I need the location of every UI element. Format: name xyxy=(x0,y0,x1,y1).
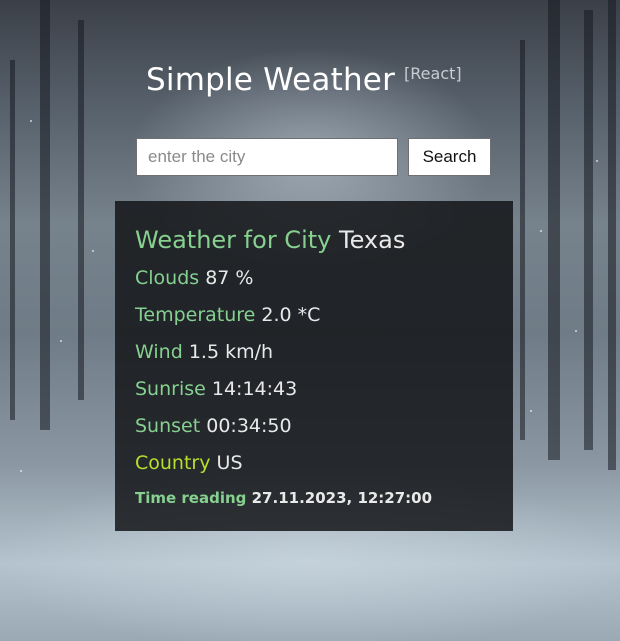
sunset-row: Sunset 00:34:50 xyxy=(135,408,493,445)
tree-trunk xyxy=(584,10,593,450)
city-name: Texas xyxy=(339,226,406,254)
weather-header: Weather for City Texas xyxy=(135,223,493,257)
temperature-row: Temperature 2.0 *C xyxy=(135,297,493,334)
app-title: Simple Weather xyxy=(146,62,396,98)
time-reading-row: Time reading 27.11.2023, 12:27:00 xyxy=(135,483,493,513)
city-search-input[interactable] xyxy=(136,138,398,176)
sunset-label: Sunset xyxy=(135,415,201,437)
clouds-row: Clouds 87 % xyxy=(135,260,493,297)
country-row: Country US xyxy=(135,445,493,482)
snowflake xyxy=(30,120,32,122)
temperature-value: 2.0 *C xyxy=(261,304,321,326)
clouds-value: 87 % xyxy=(205,267,254,289)
country-label: Country xyxy=(135,452,211,474)
tree-trunk xyxy=(10,60,15,420)
snowflake xyxy=(92,250,94,252)
wind-row: Wind 1.5 km/h xyxy=(135,334,493,371)
snowflake xyxy=(575,330,577,332)
weather-panel: Weather for City Texas Clouds 87 % Tempe… xyxy=(115,201,513,531)
app-header: Simple Weather [React] xyxy=(146,62,462,98)
framework-badge: [React] xyxy=(404,64,462,83)
snowflake xyxy=(596,160,598,162)
time-reading-label: Time reading xyxy=(135,489,247,507)
weather-header-label: Weather for City xyxy=(135,226,332,254)
search-button[interactable]: Search xyxy=(408,138,491,176)
temperature-label: Temperature xyxy=(135,304,256,326)
sunrise-label: Sunrise xyxy=(135,378,206,400)
time-reading-value: 27.11.2023, 12:27:00 xyxy=(251,489,433,507)
tree-trunk xyxy=(608,0,616,470)
snowflake xyxy=(20,470,22,472)
search-bar: Search xyxy=(136,138,491,176)
wind-value: 1.5 km/h xyxy=(188,341,274,363)
wind-label: Wind xyxy=(135,341,183,363)
country-value: US xyxy=(216,452,243,474)
sunrise-row: Sunrise 14:14:43 xyxy=(135,371,493,408)
tree-trunk xyxy=(520,40,525,440)
snowflake xyxy=(60,340,62,342)
sunrise-value: 14:14:43 xyxy=(211,378,298,400)
tree-trunk xyxy=(78,20,84,400)
snowflake xyxy=(530,410,532,412)
snowflake xyxy=(540,230,542,232)
clouds-label: Clouds xyxy=(135,267,200,289)
sunset-value: 00:34:50 xyxy=(206,415,292,437)
tree-trunk xyxy=(548,0,560,460)
tree-trunk xyxy=(40,0,50,430)
